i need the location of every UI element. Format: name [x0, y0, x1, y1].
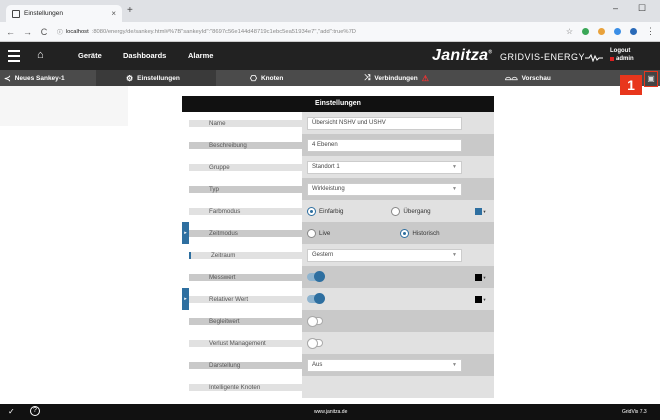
info-icon: ⓘ — [57, 30, 63, 36]
chevron-down-icon: ▼ — [452, 361, 457, 368]
pulse-icon — [585, 53, 604, 63]
nav-alarme[interactable]: Alarme — [188, 51, 213, 60]
reload-icon[interactable]: C — [40, 27, 48, 37]
extension-icon[interactable] — [614, 28, 621, 35]
share-icon: ≺ — [4, 73, 11, 83]
nodes-icon: ⎔ — [250, 73, 257, 83]
footer-link[interactable]: www.janitza.de — [314, 409, 347, 415]
period-select[interactable]: Gestern ▼ — [307, 248, 462, 262]
maximize-button[interactable]: ☐ — [638, 3, 646, 14]
nav-dashboards[interactable]: Dashboards — [123, 51, 166, 60]
sankey-toolbar: ≺ Neues Sankey-1 ⚙ Einstellungen ⎔ Knote… — [0, 70, 660, 86]
hamburger-icon[interactable] — [8, 50, 20, 65]
settings-panel: Einstellungen Name Übersicht NSHV und US… — [182, 96, 494, 408]
step-badge: 1 — [620, 75, 642, 95]
row-farbmodus: Farbmodus Einfarbig Übergang ▼ — [182, 200, 494, 222]
row-verlust-management: Verlust Management — [182, 332, 494, 354]
row-zeitraum: Zeitraum Gestern ▼ — [182, 244, 494, 266]
panel-title: Einstellungen — [182, 96, 494, 112]
menu-icon[interactable]: ⋮ — [646, 26, 655, 37]
row-typ: Typ Wirkleistung ▼ — [182, 178, 494, 200]
browser-tab[interactable]: Einstellungen × — [6, 5, 122, 22]
extension-icon[interactable] — [582, 28, 589, 35]
home-icon[interactable]: ⌂ — [37, 49, 44, 61]
extension-icon[interactable] — [630, 28, 637, 35]
tab-verbindungen[interactable]: ⤨ Verbindungen ⚠ — [364, 70, 429, 86]
display-select[interactable]: Aus ▼ — [307, 358, 462, 372]
extension-icon[interactable] — [598, 28, 605, 35]
version-label: GridVis 7.3 — [622, 409, 647, 415]
row-name: Name Übersicht NSHV und USHV — [182, 112, 494, 134]
radio-einfarbig[interactable]: Einfarbig — [307, 206, 343, 216]
expand-icon[interactable]: ▸ — [182, 222, 189, 244]
row-beschreibung: Beschreibung 4 Ebenen — [182, 134, 494, 156]
shuffle-icon: ⤨ — [364, 73, 371, 82]
footer: ✓ ? www.janitza.de GridVis 7.3 — [0, 404, 660, 420]
color-picker[interactable]: ▼ — [474, 207, 486, 215]
close-icon[interactable]: × — [111, 9, 116, 18]
color-picker[interactable]: ▼ — [474, 273, 486, 281]
gears-icon: ⚙ — [126, 73, 134, 83]
back-icon[interactable]: ← — [6, 27, 15, 37]
new-sankey-tab[interactable]: ≺ Neues Sankey-1 — [4, 70, 65, 86]
row-gruppe: Gruppe Standort 1 ▼ — [182, 156, 494, 178]
tab-einstellungen[interactable]: ⚙ Einstellungen — [96, 70, 216, 86]
minimize-button[interactable]: – — [613, 3, 618, 13]
new-tab-button[interactable]: + — [127, 5, 133, 16]
tab-vorschau[interactable]: ⌓⌓ Vorschau — [505, 70, 551, 86]
tab-title: Einstellungen — [24, 10, 64, 17]
row-relativer-wert: ▸ Relativer Wert ▼ — [182, 288, 494, 310]
nav-geraete[interactable]: Geräte — [78, 51, 102, 60]
chevron-down-icon: ▼ — [452, 251, 457, 258]
group-select[interactable]: Standort 1 ▼ — [307, 160, 462, 174]
glasses-icon: ⌓⌓ — [505, 73, 518, 82]
app-header: ⌂ Geräte Dashboards Alarme Janitza® GRID… — [0, 42, 660, 70]
color-picker[interactable]: ▼ — [474, 295, 486, 303]
type-select[interactable]: Wirkleistung ▼ — [307, 182, 462, 196]
radio-historisch[interactable]: Historisch — [400, 228, 440, 238]
user-name: admin — [616, 56, 634, 62]
begleitwert-toggle[interactable] — [307, 316, 323, 327]
forward-icon[interactable]: → — [23, 27, 32, 37]
product-name: GRIDVIS-ENERGY — [500, 52, 604, 63]
logout-link[interactable]: Logout — [610, 47, 634, 55]
verlust-toggle[interactable] — [307, 338, 323, 349]
tab-knoten[interactable]: ⎔ Knoten — [250, 70, 283, 86]
messwert-toggle[interactable] — [307, 271, 325, 282]
user-icon — [610, 57, 614, 61]
star-icon[interactable]: ☆ — [566, 27, 573, 36]
url-host: localhost — [65, 28, 89, 35]
left-pane — [0, 86, 128, 126]
chevron-down-icon: ▼ — [452, 185, 457, 192]
name-input[interactable]: Übersicht NSHV und USHV — [307, 116, 462, 130]
expand-icon[interactable]: ▸ — [182, 288, 189, 310]
url-field[interactable]: ⓘ localhost:8080/energy/de/sankey.html#%… — [57, 24, 557, 39]
relativer-wert-toggle[interactable] — [307, 293, 325, 304]
radio-live[interactable]: Live — [307, 228, 330, 238]
url-path: :8080/energy/de/sankey.html#%7B"sankeyId… — [91, 28, 356, 35]
save-icon[interactable]: ▣ — [644, 71, 658, 87]
warning-icon: ⚠ — [421, 73, 429, 83]
logout-area[interactable]: Logout admin — [610, 47, 634, 63]
checkmark-icon[interactable]: ✓ — [8, 407, 15, 416]
row-messwert: Messwert ▼ — [182, 266, 494, 288]
row-darstellung: Darstellung Aus ▼ — [182, 354, 494, 376]
browser-tabstrip: Einstellungen × + – ☐ — [0, 0, 660, 22]
page-icon — [12, 9, 20, 18]
address-bar: ← → C ⓘ localhost:8080/energy/de/sankey.… — [0, 22, 660, 42]
row-zeitmodus: ▸ Zeitmodus Live Historisch — [182, 222, 494, 244]
brand-logo: Janitza® — [432, 47, 493, 64]
help-icon[interactable]: ? — [30, 406, 40, 416]
row-intelligente-knoten: Intelligente Knoten — [182, 376, 494, 398]
description-input[interactable]: 4 Ebenen — [307, 138, 462, 152]
new-sankey-label: Neues Sankey-1 — [14, 74, 65, 82]
row-begleitwert: Begleitwert — [182, 310, 494, 332]
chevron-down-icon: ▼ — [452, 163, 457, 170]
radio-uebergang[interactable]: Übergang — [391, 206, 431, 216]
